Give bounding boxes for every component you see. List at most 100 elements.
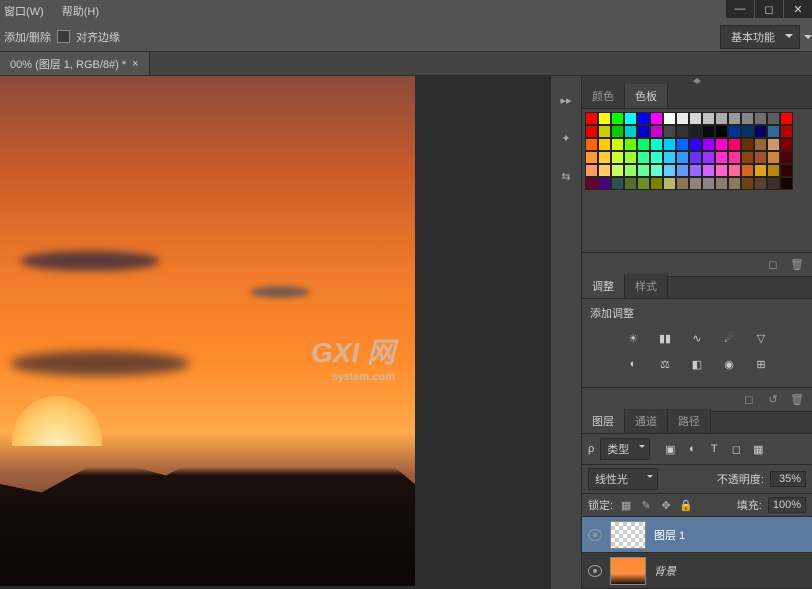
swatch[interactable] [702,177,715,190]
swatch[interactable] [741,151,754,164]
layer-name[interactable]: 背景 [654,563,676,579]
swatch[interactable] [585,151,598,164]
align-edges-checkbox[interactable] [57,30,70,43]
swatch[interactable] [611,138,624,151]
workspace-dropdown[interactable]: 基本功能 [720,25,800,49]
brush-icon[interactable]: ✦ [556,128,576,148]
swatch[interactable] [702,138,715,151]
vibrance-icon[interactable]: ▽ [751,329,771,347]
swatch[interactable] [728,125,741,138]
swatch[interactable] [689,112,702,125]
swatch[interactable] [598,177,611,190]
swatch[interactable] [754,138,767,151]
tab-adjustments[interactable]: 调整 [582,274,625,298]
filter-adjust-icon[interactable]: ◐ [684,441,700,457]
swatch[interactable] [741,177,754,190]
properties-icon[interactable]: ⇆ [556,166,576,186]
swatch[interactable] [637,151,650,164]
swatch[interactable] [585,177,598,190]
document-tab[interactable]: 00% (图层 1, RGB/8#) * × [0,52,150,75]
channel-mixer-icon[interactable]: ⊞ [751,355,771,373]
swatch[interactable] [689,177,702,190]
clip-adjust-icon[interactable]: ◻ [742,393,756,407]
swatch[interactable] [767,138,780,151]
swatch[interactable] [611,164,624,177]
swatch[interactable] [598,125,611,138]
swatch[interactable] [624,138,637,151]
swatch[interactable] [650,164,663,177]
swatch[interactable] [676,125,689,138]
swatch[interactable] [598,112,611,125]
swatch[interactable] [611,151,624,164]
levels-icon[interactable]: ▮▮ [655,329,675,347]
layer-row[interactable]: 图层 1 [582,517,812,553]
swatch[interactable] [702,112,715,125]
swatch[interactable] [728,112,741,125]
swatch[interactable] [676,164,689,177]
swatch[interactable] [767,112,780,125]
swatch[interactable] [624,125,637,138]
swatch[interactable] [741,125,754,138]
swatch[interactable] [741,164,754,177]
swatch[interactable] [767,177,780,190]
lock-all-icon[interactable]: 🔒 [679,498,693,512]
swatch[interactable] [715,164,728,177]
swatch[interactable] [663,164,676,177]
swatch[interactable] [780,112,793,125]
filter-shape-icon[interactable]: ◻ [728,441,744,457]
tab-layers[interactable]: 图层 [582,409,625,433]
tab-color[interactable]: 颜色 [582,84,625,108]
swatch[interactable] [598,138,611,151]
swatch[interactable] [754,151,767,164]
swatch[interactable] [676,138,689,151]
canvas-area[interactable]: GXI 网 system.com [0,76,550,589]
swatch[interactable] [663,177,676,190]
swatch[interactable] [715,125,728,138]
hue-sat-icon[interactable]: ◐ [623,355,643,373]
swatch[interactable] [611,177,624,190]
lock-image-icon[interactable]: ✎ [639,498,653,512]
swatch[interactable] [780,151,793,164]
swatch[interactable] [637,177,650,190]
curves-icon[interactable]: ∿ [687,329,707,347]
swatch[interactable] [663,125,676,138]
menu-window[interactable]: 窗口(W) [4,3,44,19]
swatch[interactable] [650,112,663,125]
swatch[interactable] [663,112,676,125]
swatch[interactable] [741,138,754,151]
close-button[interactable]: ✕ [784,0,812,18]
layer-thumbnail[interactable] [610,557,646,585]
lock-position-icon[interactable]: ✥ [659,498,673,512]
reset-adjust-icon[interactable]: ↺ [766,393,780,407]
swatch[interactable] [637,138,650,151]
swatch[interactable] [676,112,689,125]
menu-help[interactable]: 帮助(H) [62,3,99,19]
visibility-eye-icon[interactable] [588,565,602,577]
layer-row[interactable]: 背景 [582,553,812,589]
swatch[interactable] [585,164,598,177]
photo-filter-icon[interactable]: ◉ [719,355,739,373]
swatch[interactable] [741,112,754,125]
swatch[interactable] [650,177,663,190]
swatch[interactable] [702,151,715,164]
layer-name[interactable]: 图层 1 [654,527,685,543]
bw-icon[interactable]: ◧ [687,355,707,373]
swatch[interactable] [780,125,793,138]
swatch[interactable] [754,125,767,138]
swatch[interactable] [689,125,702,138]
swatch[interactable] [728,164,741,177]
workspace-menu-icon[interactable] [804,35,812,39]
swatch[interactable] [650,151,663,164]
swatch[interactable] [767,125,780,138]
delete-swatch-icon[interactable]: 🗑 [790,258,804,272]
swatch[interactable] [611,112,624,125]
minimize-button[interactable]: — [726,0,754,18]
tab-close-icon[interactable]: × [132,58,138,70]
tab-styles[interactable]: 样式 [625,274,668,298]
swatch[interactable] [702,125,715,138]
trash-adjust-icon[interactable]: 🗑 [790,393,804,407]
maximize-button[interactable]: ◻ [755,0,783,18]
blend-mode-dropdown[interactable]: 线性光 [588,468,658,490]
swatch[interactable] [728,151,741,164]
swatch[interactable] [637,125,650,138]
